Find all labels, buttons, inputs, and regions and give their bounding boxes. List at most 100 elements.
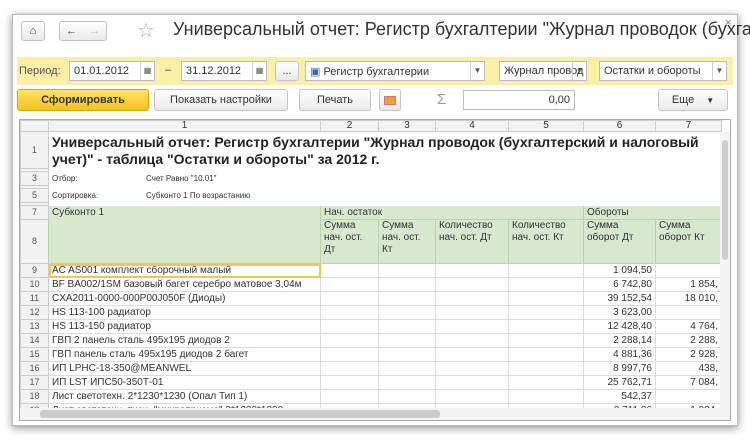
show-settings-button[interactable]: Показать настройки: [154, 89, 288, 111]
cell[interactable]: [435, 263, 509, 278]
chevron-down-icon[interactable]: ▼: [572, 62, 586, 80]
turnover-kt[interactable]: [655, 263, 722, 278]
subkonto-name[interactable]: ГВП 2 панель сталь 495х195 диодов 2: [48, 333, 321, 348]
column-header[interactable]: 3: [378, 120, 436, 132]
column-header[interactable]: 6: [583, 120, 656, 132]
chevron-down-icon[interactable]: ▼: [712, 62, 726, 80]
cell[interactable]: [378, 333, 436, 348]
cell[interactable]: [435, 305, 509, 320]
cell[interactable]: [435, 319, 509, 334]
cell[interactable]: [378, 263, 436, 278]
turnover-kt[interactable]: 2 288,: [655, 333, 722, 348]
cell[interactable]: [435, 347, 509, 362]
register-select[interactable]: Журнал провод ▼: [499, 61, 587, 81]
cell[interactable]: [435, 333, 509, 348]
subkonto-name[interactable]: Лист светотехн. 2*1230*1230 (Опал Тип 1): [48, 389, 321, 404]
turnover-dt[interactable]: 3 623,00: [583, 305, 656, 320]
vertical-scroll-thumb[interactable]: [722, 140, 728, 260]
turnover-kt[interactable]: 1 854,: [655, 277, 722, 292]
turnover-kt[interactable]: [655, 305, 722, 320]
cell[interactable]: [320, 361, 379, 376]
header-turnover[interactable]: Обороты: [583, 205, 722, 220]
turnover-dt[interactable]: 6 742,80: [583, 277, 656, 292]
back-button[interactable]: ←: [66, 25, 77, 37]
cell[interactable]: [508, 361, 584, 376]
subkonto-name[interactable]: ИП LST ИПС50-350Т-01: [48, 375, 321, 390]
cell[interactable]: [320, 263, 379, 278]
turnover-dt[interactable]: 12 428,40: [583, 319, 656, 334]
turnover-dt[interactable]: 39 152,54: [583, 291, 656, 306]
turnover-kt[interactable]: 2 928,: [655, 347, 722, 362]
cell[interactable]: [508, 291, 584, 306]
subkonto-name[interactable]: AC AS001 комплект сборочный малый: [48, 263, 321, 278]
cell[interactable]: [320, 305, 379, 320]
cell[interactable]: [320, 347, 379, 362]
turnover-kt[interactable]: 4 764,: [655, 319, 722, 334]
column-header[interactable]: 4: [435, 120, 509, 132]
cell[interactable]: [435, 277, 509, 292]
turnover-dt[interactable]: 542,37: [583, 389, 656, 404]
cell[interactable]: [508, 333, 584, 348]
turnover-dt[interactable]: 1 094,50: [583, 263, 656, 278]
cell[interactable]: [435, 361, 509, 376]
home-button[interactable]: ⌂: [21, 21, 45, 41]
calendar-icon[interactable]: ▦: [140, 62, 154, 80]
subheader[interactable]: Сумма оборот Дт: [583, 219, 656, 264]
cell[interactable]: [508, 277, 584, 292]
cell[interactable]: [378, 361, 436, 376]
more-button[interactable]: Еще ▼: [658, 89, 728, 111]
cell[interactable]: [378, 277, 436, 292]
cell[interactable]: [378, 291, 436, 306]
cell[interactable]: [320, 319, 379, 334]
turnover-kt[interactable]: [655, 389, 722, 404]
column-header[interactable]: 7: [655, 120, 722, 132]
chevron-down-icon[interactable]: ▼: [470, 62, 484, 80]
subkonto-name[interactable]: HS 113-150 радиатор: [48, 319, 321, 334]
subheader[interactable]: Количество нач. ост. Кт: [508, 219, 584, 264]
horizontal-scrollbar[interactable]: [20, 408, 730, 420]
horizontal-scroll-thumb[interactable]: [40, 410, 440, 418]
subheader[interactable]: Сумма нач. ост. Дт: [320, 219, 379, 264]
generate-button[interactable]: Сформировать: [17, 89, 149, 111]
cell[interactable]: [508, 305, 584, 320]
column-header[interactable]: 5: [508, 120, 584, 132]
cell[interactable]: [435, 389, 509, 404]
cell[interactable]: [378, 347, 436, 362]
subkonto-name[interactable]: HS 113-100 радиатор: [48, 305, 321, 320]
email-button[interactable]: [379, 89, 401, 111]
table-select[interactable]: Остатки и обороты ▼: [599, 61, 727, 81]
print-button[interactable]: Печать: [299, 89, 371, 111]
cell[interactable]: [320, 333, 379, 348]
subkonto-name[interactable]: ГВП панель сталь 495х195 диодов 2 багет: [48, 347, 321, 362]
turnover-kt[interactable]: 7 084,: [655, 375, 722, 390]
turnover-dt[interactable]: 4 881,36: [583, 347, 656, 362]
close-button[interactable]: ×: [725, 17, 731, 29]
cell[interactable]: [378, 319, 436, 334]
forward-button[interactable]: →: [89, 25, 100, 37]
turnover-kt[interactable]: 438,: [655, 361, 722, 376]
turnover-dt[interactable]: 8 997,76: [583, 361, 656, 376]
subkonto-name[interactable]: BF BA002/1SM базовый багет серебро матов…: [48, 277, 321, 292]
cell[interactable]: [378, 305, 436, 320]
subkonto-name[interactable]: ИП LPHC-18-350@MEANWEL: [48, 361, 321, 376]
cell[interactable]: [378, 389, 436, 404]
subheader[interactable]: Количество нач. ост. Дт: [435, 219, 509, 264]
cell[interactable]: [508, 347, 584, 362]
cell[interactable]: [320, 277, 379, 292]
cell[interactable]: [320, 375, 379, 390]
cell[interactable]: [435, 291, 509, 306]
column-header[interactable]: 1: [48, 120, 321, 132]
header-start-balance[interactable]: Нач. остаток: [320, 205, 584, 220]
report-spreadsheet[interactable]: 1 2 3 4 5 6 7 1 Универсальный отчет: Регистр бух…: [19, 119, 731, 421]
subheader[interactable]: Сумма оборот Кт: [655, 219, 722, 264]
cell[interactable]: [508, 263, 584, 278]
cell[interactable]: [435, 375, 509, 390]
cell[interactable]: [508, 319, 584, 334]
favorite-star-icon[interactable]: ☆: [137, 18, 155, 43]
period-from-input[interactable]: 01.01.2012 ▦: [69, 61, 155, 81]
turnover-kt[interactable]: 18 010,: [655, 291, 722, 306]
cell[interactable]: [508, 375, 584, 390]
header-subkonto[interactable]: Субконто 1: [48, 205, 321, 264]
calendar-icon[interactable]: ▦: [252, 62, 266, 80]
cell[interactable]: [508, 389, 584, 404]
